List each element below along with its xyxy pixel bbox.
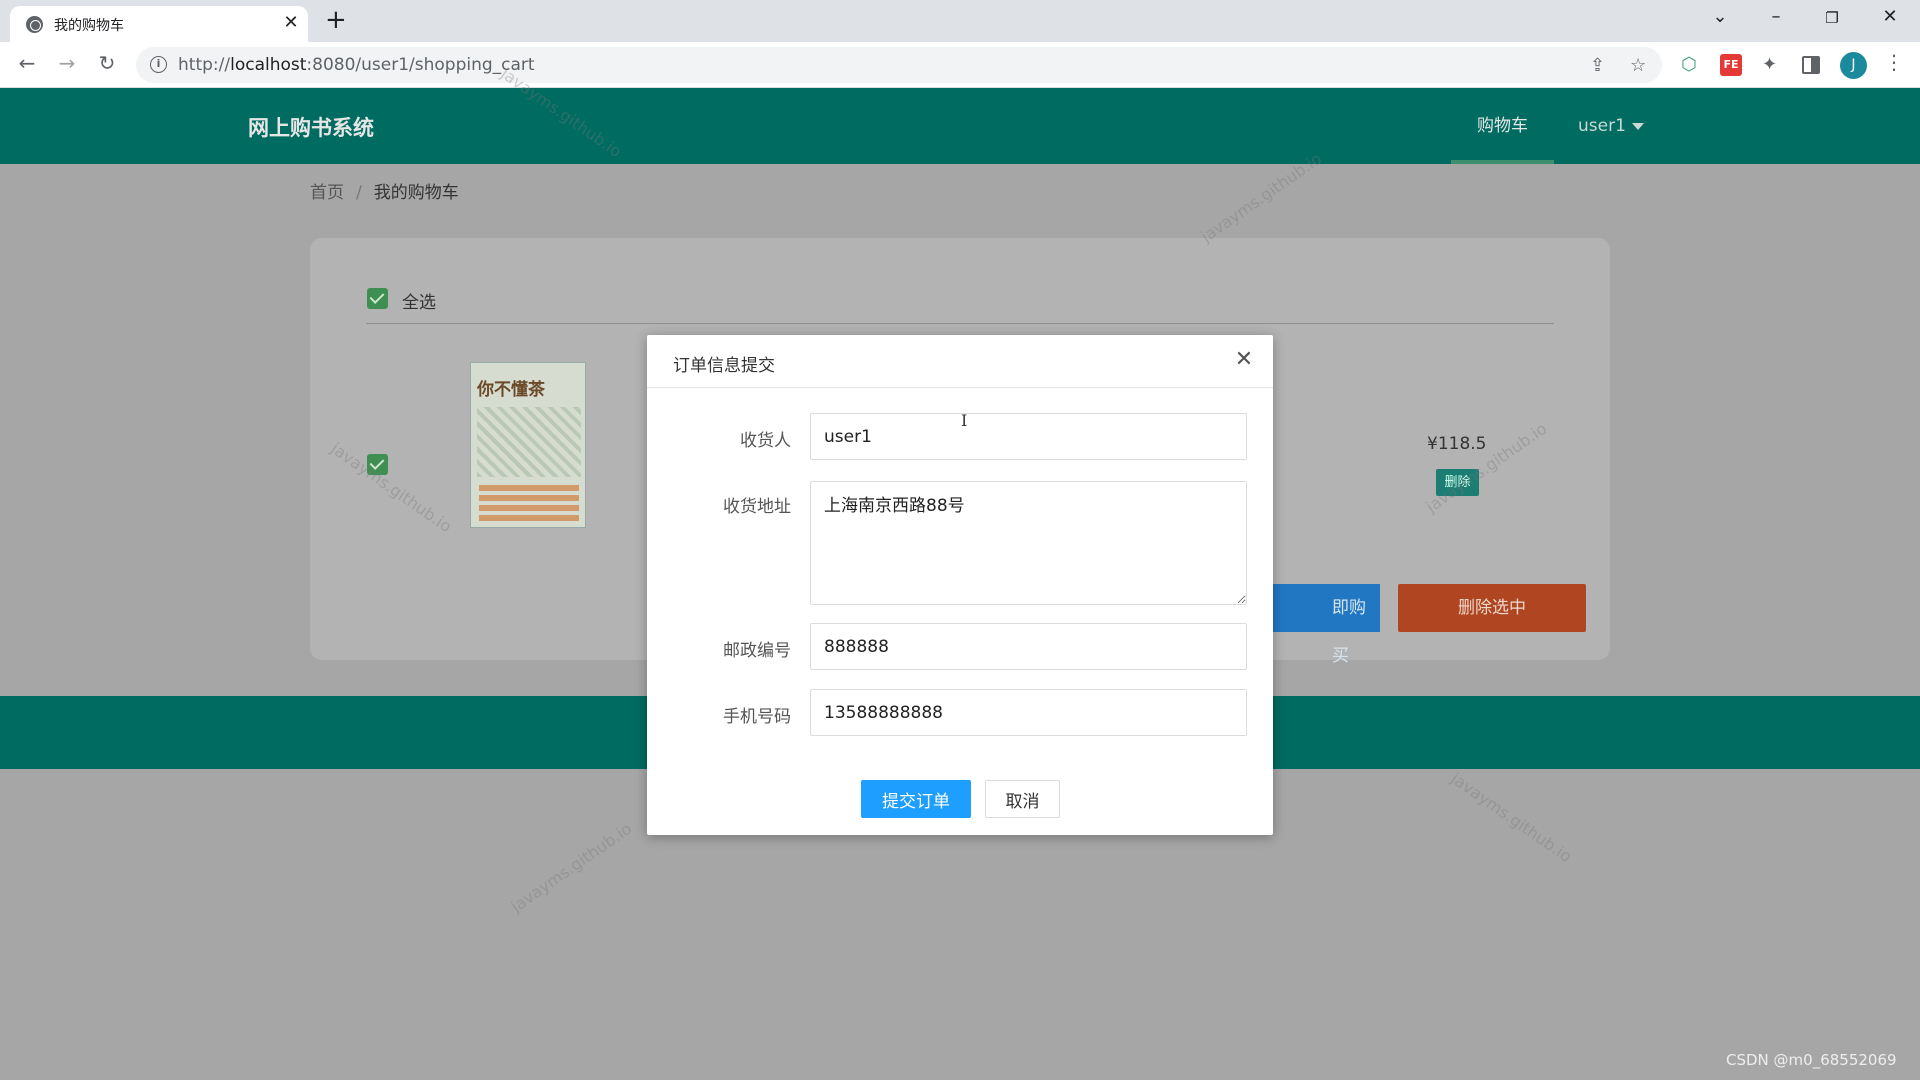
nav-cart[interactable]: 购物车	[1451, 88, 1554, 164]
minimize-icon[interactable]: –	[1756, 6, 1796, 27]
text-cursor-icon: I	[961, 411, 968, 430]
tab-close-icon[interactable]: ✕	[280, 12, 302, 33]
breadcrumb-home[interactable]: 首页	[310, 183, 344, 203]
select-all-checkbox[interactable]	[367, 288, 388, 309]
dialog-title: 订单信息提交	[673, 356, 775, 376]
book-cover-title: 你不懂茶	[477, 380, 545, 400]
watermark: javayms.github.io	[1447, 768, 1576, 867]
tab-search-chevron-icon[interactable]: ⌄	[1700, 6, 1740, 27]
order-submit-dialog: 订单信息提交 ✕ 收货人 收货地址 上海南京西路88号 邮政编号 手机号码 提交…	[647, 335, 1273, 835]
watermark: javayms.github.io	[507, 818, 636, 917]
nav-user-menu[interactable]: user1	[1578, 116, 1644, 136]
bookmark-star-icon[interactable]: ☆	[1630, 55, 1646, 76]
nav-user-label: user1	[1578, 116, 1626, 136]
cancel-button[interactable]: 取消	[985, 780, 1060, 818]
breadcrumb: 首页 / 我的购物车	[310, 178, 459, 203]
address-label: 收货地址	[723, 497, 791, 517]
caret-down-icon	[1631, 122, 1644, 130]
breadcrumb-current: 我的购物车	[373, 183, 459, 203]
delete-selected-button[interactable]: 删除选中	[1398, 584, 1586, 632]
dialog-close-icon[interactable]: ✕	[1230, 347, 1258, 372]
site-header: 网上购书系统 购物车 user1	[0, 88, 1920, 164]
address-textarea[interactable]: 上海南京西路88号	[810, 481, 1247, 605]
card-divider	[366, 323, 1554, 324]
restore-icon[interactable]: ❐	[1812, 9, 1852, 27]
breadcrumb-separator: /	[356, 183, 362, 203]
receiver-label: 收货人	[740, 431, 791, 451]
phone-label: 手机号码	[723, 707, 791, 727]
phone-input[interactable]	[810, 689, 1247, 736]
tab-title: 我的购物车	[54, 18, 124, 34]
url-text: http://localhost:8080/user1/shopping_car…	[178, 55, 535, 75]
browser-tab-bar: 我的购物车 ✕ + ⌄ – ❐ ✕	[0, 0, 1920, 42]
book-cover-pattern	[477, 407, 581, 477]
back-arrow-icon[interactable]: ←	[12, 51, 42, 75]
submit-order-button[interactable]: 提交订单	[861, 780, 971, 818]
site-logo[interactable]: 网上购书系统	[248, 112, 374, 142]
profile-avatar[interactable]: J	[1840, 52, 1867, 79]
csdn-credit: CSDN @m0_68552069	[1726, 1051, 1897, 1069]
new-tab-icon[interactable]: +	[325, 5, 347, 35]
forward-arrow-icon[interactable]: →	[52, 51, 82, 75]
side-panel-icon[interactable]	[1802, 56, 1820, 74]
zip-input[interactable]	[810, 623, 1247, 670]
site-info-icon[interactable]: i	[150, 56, 167, 73]
receiver-input[interactable]	[810, 413, 1247, 460]
vue-devtools-icon[interactable]: ⬡	[1681, 54, 1703, 76]
browser-tab[interactable]: 我的购物车 ✕	[10, 6, 308, 42]
fe-helper-icon[interactable]: FE	[1720, 54, 1742, 76]
browser-menu-icon[interactable]: ⋮	[1884, 50, 1904, 74]
zip-label: 邮政编号	[723, 641, 791, 661]
item-price: ¥118.5	[1427, 434, 1487, 454]
reload-icon[interactable]: ↻	[92, 51, 122, 75]
browser-toolbar: ← → ↻ i http://localhost:8080/user1/shop…	[0, 42, 1920, 88]
dialog-header: 订单信息提交 ✕	[647, 335, 1273, 388]
address-bar[interactable]: i http://localhost:8080/user1/shopping_c…	[136, 47, 1662, 83]
share-icon[interactable]: ⇪	[1590, 55, 1605, 76]
book-cover-image: 你不懂茶	[470, 362, 586, 528]
extensions-puzzle-icon[interactable]: ✦	[1762, 54, 1784, 76]
globe-icon	[26, 16, 43, 33]
select-all-label: 全选	[402, 293, 436, 313]
window-close-icon[interactable]: ✕	[1870, 6, 1910, 27]
buy-now-label: 即购买	[1332, 598, 1366, 666]
book-cover-stripe	[479, 483, 579, 521]
